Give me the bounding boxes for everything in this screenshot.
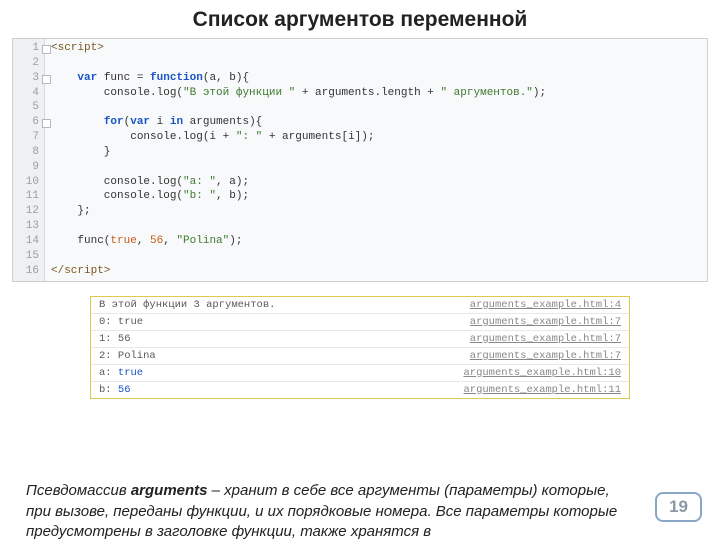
line-number: 13 (13, 219, 44, 234)
line-number: 9 (13, 160, 44, 175)
console-row: a: true arguments_example.html:10 (91, 365, 629, 382)
code-content: <script> var func = function(a, b){ cons… (45, 39, 707, 281)
description-text: Псевдомассив arguments – хранит в себе в… (26, 481, 630, 542)
code-line: console.log("b: ", b); (51, 189, 701, 204)
line-number: 4 (13, 86, 44, 101)
code-gutter: 12345678910111213141516 (13, 39, 45, 281)
line-number: 3 (13, 71, 44, 86)
line-number: 8 (13, 145, 44, 160)
console-output: В этой функции 3 аргументов. arguments_ex… (90, 296, 630, 399)
code-line (51, 249, 701, 264)
console-source: arguments_example.html:7 (470, 316, 621, 328)
code-line: func(true, 56, "Polina"); (51, 234, 701, 249)
console-message: 1: 56 (99, 333, 131, 345)
code-line: console.log("a: ", a); (51, 175, 701, 190)
line-number: 5 (13, 100, 44, 115)
line-number: 11 (13, 189, 44, 204)
line-number: 10 (13, 175, 44, 190)
line-number: 7 (13, 130, 44, 145)
page-number-badge: 19 (655, 492, 702, 522)
line-number: 1 (13, 41, 44, 56)
console-row: b: 56 arguments_example.html:11 (91, 382, 629, 398)
line-number: 12 (13, 204, 44, 219)
desc-pre: Псевдомассив (26, 482, 131, 499)
code-line: </script> (51, 264, 701, 279)
line-number: 15 (13, 249, 44, 264)
code-line: console.log(i + ": " + arguments[i]); (51, 130, 701, 145)
code-line (51, 219, 701, 234)
console-source: arguments_example.html:7 (470, 350, 621, 362)
console-message: В этой функции 3 аргументов. (99, 299, 275, 311)
console-row: 1: 56 arguments_example.html:7 (91, 331, 629, 348)
code-line (51, 160, 701, 175)
line-number: 6 (13, 115, 44, 130)
console-row: В этой функции 3 аргументов. arguments_ex… (91, 297, 629, 314)
console-message: 0: true (99, 316, 143, 328)
line-number: 16 (13, 264, 44, 279)
code-line (51, 56, 701, 71)
console-source: arguments_example.html:10 (463, 367, 621, 379)
console-source: arguments_example.html:11 (463, 384, 621, 396)
line-number: 14 (13, 234, 44, 249)
code-line: <script> (51, 41, 701, 56)
console-message: 2: Polina (99, 350, 156, 362)
line-number: 2 (13, 56, 44, 71)
code-line: console.log("В этой функции " + argument… (51, 86, 701, 101)
code-line: var func = function(a, b){ (51, 71, 701, 86)
console-message: a: true (99, 367, 143, 379)
code-line: } (51, 145, 701, 160)
console-row: 2: Polina arguments_example.html:7 (91, 348, 629, 365)
code-line: for(var i in arguments){ (51, 115, 701, 130)
console-row: 0: true arguments_example.html:7 (91, 314, 629, 331)
slide-title: Список аргументов переменной (0, 0, 720, 38)
console-source: arguments_example.html:4 (470, 299, 621, 311)
code-line (51, 100, 701, 115)
code-editor: 12345678910111213141516 <script> var fun… (12, 38, 708, 282)
console-message: b: 56 (99, 384, 131, 396)
console-source: arguments_example.html:7 (470, 333, 621, 345)
code-line: }; (51, 204, 701, 219)
desc-keyword: arguments (131, 482, 208, 499)
